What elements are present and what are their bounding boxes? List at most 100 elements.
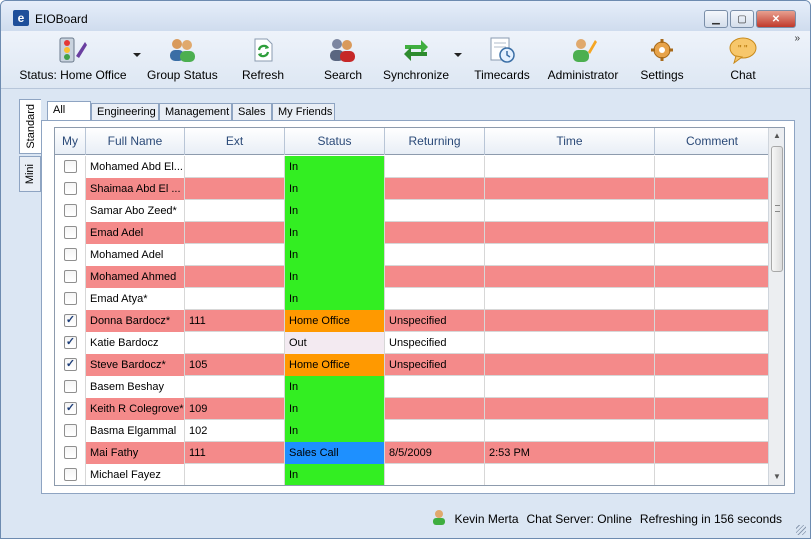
- table-row[interactable]: Samar Abo Zeed* In: [55, 200, 769, 222]
- minimize-button[interactable]: ▁: [704, 10, 728, 28]
- tab-sales[interactable]: Sales: [232, 103, 272, 121]
- table-row[interactable]: ✓ Keith R Colegrove* 109 In: [55, 398, 769, 420]
- my-cell: [55, 222, 86, 244]
- my-checkbox[interactable]: [64, 468, 77, 481]
- full-name-cell: Keith R Colegrove*: [86, 398, 185, 420]
- table-row[interactable]: ✓ Katie Bardocz Out Unspecified: [55, 332, 769, 354]
- my-checkbox-checked[interactable]: ✓: [64, 336, 77, 349]
- time-cell: [485, 398, 655, 420]
- title-bar: e EIOBoard ▁ ▢ ✕: [1, 1, 810, 31]
- settings-button[interactable]: Settings: [639, 35, 685, 82]
- table-row[interactable]: Emad Adel In: [55, 222, 769, 244]
- ext-cell: [185, 200, 285, 222]
- my-checkbox-checked[interactable]: ✓: [64, 358, 77, 371]
- maximize-button[interactable]: ▢: [730, 10, 754, 28]
- status-cell: In: [285, 288, 385, 310]
- time-cell: [485, 178, 655, 200]
- my-checkbox-checked[interactable]: ✓: [64, 402, 77, 415]
- my-checkbox[interactable]: [64, 182, 77, 195]
- group-status-button[interactable]: Group Status: [147, 35, 218, 82]
- search-label: Search: [323, 68, 363, 82]
- table-row[interactable]: Basma Elgammal 102 In: [55, 420, 769, 442]
- resize-grip-icon[interactable]: [796, 525, 806, 535]
- table-row[interactable]: ✓ Donna Bardocz* 111 Home Office Unspecified: [55, 310, 769, 332]
- status-bar: Kevin Merta Chat Server: Online Refreshi…: [1, 501, 810, 538]
- group-people-icon: [166, 35, 198, 65]
- my-cell: ✓: [55, 354, 86, 376]
- table-row[interactable]: Emad Atya* In: [55, 288, 769, 310]
- table-row[interactable]: Basem Beshay In: [55, 376, 769, 398]
- full-name-cell: Samar Abo Zeed*: [86, 200, 185, 222]
- refresh-button[interactable]: Refresh: [239, 35, 287, 82]
- ext-cell: 111: [185, 442, 285, 464]
- returning-cell: Unspecified: [385, 332, 485, 354]
- my-cell: [55, 376, 86, 398]
- comment-cell: [655, 222, 769, 244]
- my-checkbox[interactable]: [64, 446, 77, 459]
- my-checkbox[interactable]: [64, 226, 77, 239]
- status-cell: In: [285, 244, 385, 266]
- column-header-returning[interactable]: Returning: [385, 128, 485, 155]
- tab-management[interactable]: Management: [159, 103, 232, 121]
- time-cell: [485, 200, 655, 222]
- status-cell: In: [285, 398, 385, 420]
- tab-engineering[interactable]: Engineering: [91, 103, 159, 121]
- side-tab-standard[interactable]: Standard: [19, 99, 41, 154]
- status-button[interactable]: Status: Home Office: [17, 35, 129, 82]
- toolbar-overflow-chevron[interactable]: »: [794, 33, 800, 44]
- time-cell: [485, 332, 655, 354]
- vertical-scrollbar[interactable]: ▲ ▼: [768, 128, 784, 485]
- my-checkbox[interactable]: [64, 270, 77, 283]
- scroll-thumb[interactable]: [771, 146, 783, 272]
- synchronize-dropdown-arrow[interactable]: [454, 53, 462, 57]
- time-cell: [485, 266, 655, 288]
- table-row[interactable]: Shaimaa Abd El ... In: [55, 178, 769, 200]
- column-header-comment[interactable]: Comment: [655, 128, 769, 155]
- my-checkbox[interactable]: [64, 424, 77, 437]
- returning-cell: [385, 178, 485, 200]
- my-checkbox[interactable]: [64, 248, 77, 261]
- table-row[interactable]: Mohamed Abd El... In: [55, 156, 769, 178]
- returning-cell: [385, 156, 485, 178]
- my-checkbox[interactable]: [64, 380, 77, 393]
- table-row[interactable]: ✓ Steve Bardocz* 105 Home Office Unspecified: [55, 354, 769, 376]
- search-button[interactable]: Search: [321, 35, 365, 82]
- column-header-status[interactable]: Status: [285, 128, 385, 155]
- my-checkbox[interactable]: [64, 292, 77, 305]
- ext-cell: 111: [185, 310, 285, 332]
- my-checkbox-checked[interactable]: ✓: [64, 314, 77, 327]
- my-checkbox[interactable]: [64, 160, 77, 173]
- my-checkbox[interactable]: [64, 204, 77, 217]
- chat-button[interactable]: " " Chat: [725, 35, 761, 82]
- column-header-time[interactable]: Time: [485, 128, 655, 155]
- search-people-icon: [327, 35, 359, 65]
- column-header-my[interactable]: My: [55, 128, 86, 155]
- status-button-label: Status: Home Office: [19, 68, 127, 82]
- tab-all[interactable]: All: [47, 101, 91, 122]
- comment-cell: [655, 464, 769, 485]
- comment-cell: [655, 442, 769, 464]
- timecards-button[interactable]: Timecards: [473, 35, 531, 82]
- column-header-full-name[interactable]: Full Name: [86, 128, 185, 155]
- returning-cell: [385, 376, 485, 398]
- scroll-down-arrow-icon[interactable]: ▼: [769, 469, 784, 485]
- close-icon: ✕: [771, 13, 781, 25]
- table-row[interactable]: Mohamed Adel In: [55, 244, 769, 266]
- scroll-up-arrow-icon[interactable]: ▲: [769, 128, 784, 144]
- close-button[interactable]: ✕: [756, 10, 796, 28]
- time-cell: [485, 222, 655, 244]
- administrator-button[interactable]: Administrator: [545, 35, 621, 82]
- table-row[interactable]: Mai Fathy 111 Sales Call 8/5/2009 2:53 PM: [55, 442, 769, 464]
- status-dropdown-arrow[interactable]: [133, 53, 141, 57]
- table-row[interactable]: Mohamed Ahmed In: [55, 266, 769, 288]
- column-header-ext[interactable]: Ext: [185, 128, 285, 155]
- tab-my-friends[interactable]: My Friends: [272, 103, 335, 121]
- returning-cell: [385, 420, 485, 442]
- timecard-clock-icon: [486, 35, 518, 65]
- synchronize-button[interactable]: Synchronize: [383, 35, 449, 82]
- side-tab-mini[interactable]: Mini: [19, 156, 41, 192]
- my-cell: [55, 244, 86, 266]
- returning-cell: [385, 200, 485, 222]
- full-name-cell: Basem Beshay: [86, 376, 185, 398]
- table-row[interactable]: Michael Fayez In: [55, 464, 769, 485]
